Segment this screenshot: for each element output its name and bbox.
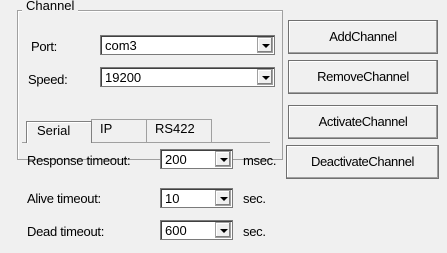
response-timeout-combobox[interactable]: 200: [160, 149, 233, 169]
chevron-down-icon: [262, 44, 270, 48]
port-label: Port:: [31, 39, 57, 54]
response-timeout-label: Response timeout:: [27, 153, 131, 168]
port-combobox[interactable]: com3: [100, 35, 275, 55]
alive-timeout-value: 10: [165, 191, 180, 206]
port-dropdown-button[interactable]: [257, 37, 273, 53]
tab-ip[interactable]: IP: [91, 119, 147, 142]
response-timeout-unit: msec.: [243, 153, 277, 168]
dead-timeout-value: 600: [165, 223, 187, 238]
chevron-down-icon: [220, 158, 228, 162]
activate-channel-button[interactable]: ActivateChannel: [288, 105, 438, 139]
alive-timeout-unit: sec.: [243, 191, 266, 206]
add-channel-button[interactable]: AddChannel: [288, 20, 438, 54]
response-timeout-value: 200: [165, 152, 187, 167]
speed-combobox[interactable]: 19200: [100, 67, 275, 87]
remove-channel-button[interactable]: RemoveChannel: [288, 60, 438, 94]
chevron-down-icon: [262, 76, 270, 80]
dead-timeout-dropdown-button[interactable]: [215, 222, 231, 238]
speed-label: Speed:: [28, 72, 68, 87]
dead-timeout-unit: sec.: [243, 224, 266, 239]
chevron-down-icon: [220, 197, 228, 201]
alive-timeout-dropdown-button[interactable]: [215, 190, 231, 206]
alive-timeout-combobox[interactable]: 10: [160, 188, 233, 208]
channel-group-title: Channel: [22, 0, 79, 14]
tab-serial[interactable]: Serial: [26, 121, 92, 143]
dead-timeout-label: Dead timeout:: [27, 224, 105, 239]
response-timeout-dropdown-button[interactable]: [215, 151, 231, 167]
speed-value: 19200: [105, 70, 142, 85]
deactivate-channel-button[interactable]: DeactivateChannel: [286, 145, 439, 179]
chevron-down-icon: [220, 229, 228, 233]
tab-rs422[interactable]: RS422: [146, 119, 212, 142]
speed-dropdown-button[interactable]: [257, 69, 273, 85]
port-value: com3: [105, 38, 137, 53]
dead-timeout-combobox[interactable]: 600: [160, 220, 233, 240]
alive-timeout-label: Alive timeout:: [27, 191, 101, 206]
channel-settings-panel: Channel Port: com3 Speed: 19200 Serial I…: [0, 0, 447, 253]
